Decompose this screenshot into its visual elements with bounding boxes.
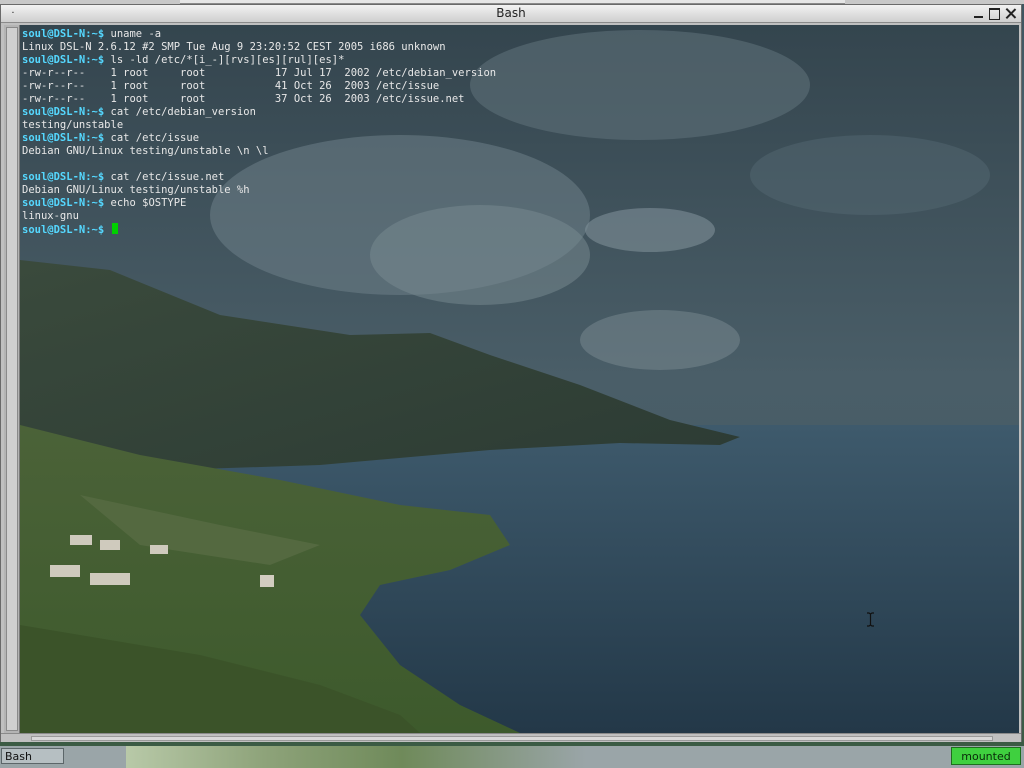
text-cursor-icon: [867, 612, 874, 627]
command-text: cat /etc/debian_version: [104, 106, 256, 118]
terminal-window[interactable]: · Bash soul@DSL-N:~$ uname -a Linux DSL-…: [0, 4, 1022, 742]
window-controls: [972, 7, 1017, 20]
shell-prompt: soul@DSL-N:~$: [22, 28, 105, 40]
command-text: [104, 224, 110, 236]
terminal-line: soul@DSL-N:~$ cat /etc/issue.net: [22, 171, 496, 184]
output-text: -rw-r--r-- 1 root root 37 Oct 26 2003 /e…: [22, 93, 465, 105]
terminal-line: -rw-r--r-- 1 root root 17 Jul 17 2002 /e…: [22, 67, 496, 80]
close-icon[interactable]: [1004, 7, 1017, 20]
terminal-line: testing/unstable: [22, 119, 496, 132]
terminal-output: soul@DSL-N:~$ uname -a Linux DSL-N 2.6.12…: [22, 28, 496, 236]
terminal-cursor: [111, 223, 118, 234]
command-text: uname -a: [104, 28, 162, 40]
desktop: · Bash soul@DSL-N:~$ uname -a Linux DSL-…: [0, 0, 1024, 768]
maximize-icon[interactable]: [988, 7, 1001, 20]
window-resize-bar[interactable]: [31, 736, 993, 741]
terminal-line: soul@DSL-N:~$ cat /etc/debian_version: [22, 106, 496, 119]
terminal-line: linux-gnu: [22, 210, 496, 223]
terminal-line: -rw-r--r-- 1 root root 41 Oct 26 2003 /e…: [22, 80, 496, 93]
scrollbar-thumb[interactable]: [6, 27, 18, 731]
command-text: cat /etc/issue: [104, 132, 200, 144]
output-text: testing/unstable: [22, 119, 124, 131]
window-titlebar[interactable]: · Bash: [1, 5, 1021, 23]
command-text: echo $OSTYPE: [104, 197, 187, 209]
terminal-line: soul@DSL-N:~$: [22, 223, 496, 236]
command-text: ls -ld /etc/*[i_-][rvs][es][rul][es]*: [104, 54, 345, 66]
terminal-line: Debian GNU/Linux testing/unstable \n \l: [22, 145, 496, 158]
taskbar: Bash mounted: [0, 746, 1024, 768]
terminal-line: Debian GNU/Linux testing/unstable %h: [22, 184, 496, 197]
shell-prompt: soul@DSL-N:~$: [22, 106, 105, 118]
window-bottom-edge: [1, 733, 1021, 742]
output-text: -rw-r--r-- 1 root root 41 Oct 26 2003 /e…: [22, 80, 440, 92]
output-text: linux-gnu: [22, 210, 79, 222]
shell-prompt: soul@DSL-N:~$: [22, 171, 105, 183]
command-text: cat /etc/issue.net: [104, 171, 225, 183]
taskbar-item-bash[interactable]: Bash: [1, 748, 64, 764]
window-title: Bash: [496, 6, 526, 20]
terminal-line: soul@DSL-N:~$ cat /etc/issue: [22, 132, 496, 145]
output-text: -rw-r--r-- 1 root root 17 Jul 17 2002 /e…: [22, 67, 497, 79]
shell-prompt: soul@DSL-N:~$: [22, 54, 105, 66]
shell-prompt: soul@DSL-N:~$: [22, 197, 105, 209]
minimize-icon[interactable]: [972, 7, 985, 20]
shell-prompt: soul@DSL-N:~$: [22, 224, 105, 236]
terminal-line: soul@DSL-N:~$ uname -a: [22, 28, 496, 41]
terminal-line: soul@DSL-N:~$ ls -ld /etc/*[i_-][rvs][es…: [22, 54, 496, 67]
taskbar-wallpaper-strip: [126, 746, 586, 768]
terminal-line: -rw-r--r-- 1 root root 37 Oct 26 2003 /e…: [22, 93, 496, 106]
mounted-status-badge[interactable]: mounted: [951, 747, 1021, 765]
terminal-scrollbar[interactable]: [4, 25, 20, 735]
output-text: Debian GNU/Linux testing/unstable \n \l: [22, 145, 269, 157]
output-text: Linux DSL-N 2.6.12 #2 SMP Tue Aug 9 23:2…: [22, 41, 446, 53]
terminal-line: soul@DSL-N:~$ echo $OSTYPE: [22, 197, 496, 210]
output-text: Debian GNU/Linux testing/unstable %h: [22, 184, 250, 196]
shell-prompt: soul@DSL-N:~$: [22, 132, 105, 144]
terminal-line: Linux DSL-N 2.6.12 #2 SMP Tue Aug 9 23:2…: [22, 41, 496, 54]
